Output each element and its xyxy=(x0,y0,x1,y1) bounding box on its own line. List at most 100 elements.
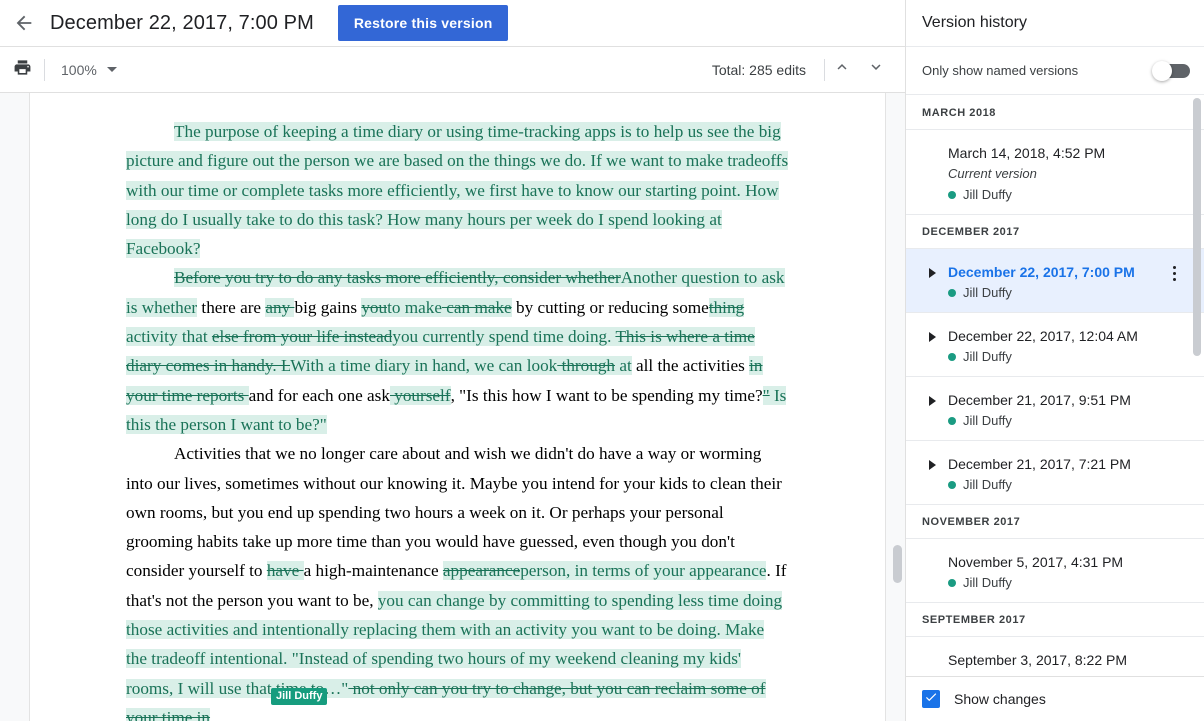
text-run-del: Before you try to do any tasks more effi… xyxy=(174,268,621,287)
document-body: The purpose of keeping a time diary or u… xyxy=(30,93,885,721)
previous-edit-button[interactable] xyxy=(825,53,859,87)
text-run-plain: big gains xyxy=(294,298,361,317)
show-changes-checkbox[interactable] xyxy=(922,690,940,708)
version-author: Jill Duffy xyxy=(948,413,1189,428)
version-subtitle: Current version xyxy=(948,164,1189,184)
author-name: Jill Duffy xyxy=(963,349,1012,364)
text-run-del: can make xyxy=(442,298,512,317)
document-canvas[interactable]: The purpose of keeping a time diary or u… xyxy=(0,93,905,721)
version-month-header: SEPTEMBER 2017 xyxy=(906,603,1204,637)
check-icon xyxy=(924,690,938,709)
version-list-scrollbar[interactable] xyxy=(1190,96,1204,676)
version-list-item[interactable]: March 14, 2018, 4:52 PMCurrent version Ji… xyxy=(906,130,1204,215)
text-run-ins: to make xyxy=(387,298,442,317)
chevron-right-icon[interactable] xyxy=(929,268,936,278)
version-item-row: December 21, 2017, 7:21 PMJill Duffy xyxy=(922,454,1189,492)
author-color-dot xyxy=(948,191,956,199)
text-run-del: appearance xyxy=(443,561,520,580)
page-title: December 22, 2017, 7:00 PM xyxy=(50,12,314,35)
version-author: Jill Duffy xyxy=(948,285,1189,300)
text-run-plain: there are xyxy=(197,298,265,317)
document-toolbar: 100% Total: 285 edits xyxy=(0,46,905,93)
text-run-plain: all the activities xyxy=(632,356,749,375)
arrow-left-icon xyxy=(13,12,35,34)
version-history-pane: Version history Only show named versions… xyxy=(905,0,1204,721)
version-item-row: December 21, 2017, 9:51 PM Jill Duffy xyxy=(922,390,1189,428)
zoom-level-value: 100% xyxy=(61,62,97,78)
text-run-del: else from your life instead xyxy=(212,327,392,346)
version-history-title: Version history xyxy=(922,14,1027,32)
version-item-row: December 22, 2017, 7:00 PMJill Duffy xyxy=(922,262,1189,300)
document-scrollbar-thumb[interactable] xyxy=(893,545,902,583)
text-run-del: have xyxy=(267,561,304,580)
version-month-header: DECEMBER 2017 xyxy=(906,215,1204,249)
version-list-item[interactable]: December 22, 2017, 7:00 PMJill Duffy xyxy=(906,249,1204,313)
zoom-selector[interactable]: 100% xyxy=(61,62,117,78)
author-name: Jill Duffy xyxy=(963,413,1012,428)
version-author: Jill Duffy xyxy=(948,477,1189,492)
version-month-header: NOVEMBER 2017 xyxy=(906,505,1204,539)
author-color-dot xyxy=(948,417,956,425)
author-color-dot xyxy=(948,481,956,489)
version-list-item[interactable]: December 22, 2017, 12:04 AM Jill Duffy xyxy=(906,313,1204,377)
version-list-scrollbar-thumb[interactable] xyxy=(1193,98,1201,356)
text-run-ins: With a time diary in hand, we can look xyxy=(290,356,557,375)
chevron-down-icon xyxy=(107,67,117,72)
version-item-body: December 22, 2017, 7:00 PMJill Duffy xyxy=(948,262,1189,300)
document-pane: December 22, 2017, 7:00 PM Restore this … xyxy=(0,0,905,721)
version-list-item[interactable]: December 21, 2017, 7:21 PMJill Duffy xyxy=(906,441,1204,505)
text-run-plain: and for each one ask xyxy=(249,386,390,405)
version-item-row: March 14, 2018, 4:52 PMCurrent version Ji… xyxy=(922,143,1189,202)
document-paragraph: Before you try to do any tasks more effi… xyxy=(126,263,789,439)
text-run-del: any xyxy=(265,298,294,317)
header-bar: December 22, 2017, 7:00 PM Restore this … xyxy=(0,0,905,46)
chevron-up-icon xyxy=(833,58,851,81)
toolbar-right-group: Total: 285 edits xyxy=(712,53,905,87)
only-named-versions-row[interactable]: Only show named versions xyxy=(906,47,1204,95)
text-run-ins: The purpose of keeping a time diary or u… xyxy=(126,122,788,258)
version-list[interactable]: MARCH 2018March 14, 2018, 4:52 PMCurrent… xyxy=(906,96,1204,676)
version-more-options-icon[interactable] xyxy=(1165,263,1183,283)
next-edit-button[interactable] xyxy=(859,53,893,87)
toolbar-divider xyxy=(44,59,45,81)
chevron-right-icon[interactable] xyxy=(929,332,936,342)
version-date: December 22, 2017, 12:04 AM xyxy=(948,326,1189,346)
author-color-dot xyxy=(948,289,956,297)
version-item-body: December 22, 2017, 12:04 AM Jill Duffy xyxy=(948,326,1189,364)
version-item-body: November 5, 2017, 4:31 PMJill Duffy xyxy=(948,552,1189,590)
chevron-right-icon[interactable] xyxy=(929,396,936,406)
show-changes-label: Show changes xyxy=(954,691,1046,707)
chevron-down-icon xyxy=(867,58,885,81)
text-run-plain: a high-maintenance xyxy=(304,561,443,580)
version-item-row: September 3, 2017, 8:22 PM xyxy=(922,650,1189,670)
version-list-item[interactable]: December 21, 2017, 9:51 PM Jill Duffy xyxy=(906,377,1204,441)
version-list-item[interactable]: September 3, 2017, 8:22 PM xyxy=(906,637,1204,676)
version-item-body: March 14, 2018, 4:52 PMCurrent version Ji… xyxy=(948,143,1189,202)
text-run-ins: activity that xyxy=(126,327,212,346)
print-button[interactable] xyxy=(0,53,44,87)
restore-version-button[interactable]: Restore this version xyxy=(338,5,509,41)
text-run-del: through xyxy=(557,356,615,375)
text-run-ins: you currently spend time doing. xyxy=(392,327,615,346)
version-history-footer: Show changes xyxy=(906,676,1204,721)
text-run-ins: at xyxy=(615,356,632,375)
chevron-right-icon[interactable] xyxy=(929,460,936,470)
print-icon xyxy=(13,58,32,82)
author-tooltip-chip: Jill Duffy xyxy=(271,688,327,705)
document-paragraph: Activities that we no longer care about … xyxy=(126,439,789,721)
version-author: Jill Duffy xyxy=(948,349,1189,364)
text-run-plain: , "Is this how I want to be spending my … xyxy=(451,386,763,405)
author-name: Jill Duffy xyxy=(963,187,1012,202)
version-item-row: November 5, 2017, 4:31 PMJill Duffy xyxy=(922,552,1189,590)
version-list-item[interactable]: November 5, 2017, 4:31 PMJill Duffy xyxy=(906,539,1204,603)
author-name: Jill Duffy xyxy=(963,285,1012,300)
document-paragraph: The purpose of keeping a time diary or u… xyxy=(126,117,789,263)
back-button[interactable] xyxy=(0,0,48,46)
author-color-dot xyxy=(948,353,956,361)
document-scrollbar[interactable] xyxy=(890,93,905,721)
version-item-body: December 21, 2017, 7:21 PMJill Duffy xyxy=(948,454,1189,492)
only-named-versions-toggle[interactable] xyxy=(1154,64,1190,78)
version-date: September 3, 2017, 8:22 PM xyxy=(948,650,1189,670)
version-date: December 21, 2017, 9:51 PM xyxy=(948,390,1189,410)
version-date: March 14, 2018, 4:52 PM xyxy=(948,143,1189,163)
